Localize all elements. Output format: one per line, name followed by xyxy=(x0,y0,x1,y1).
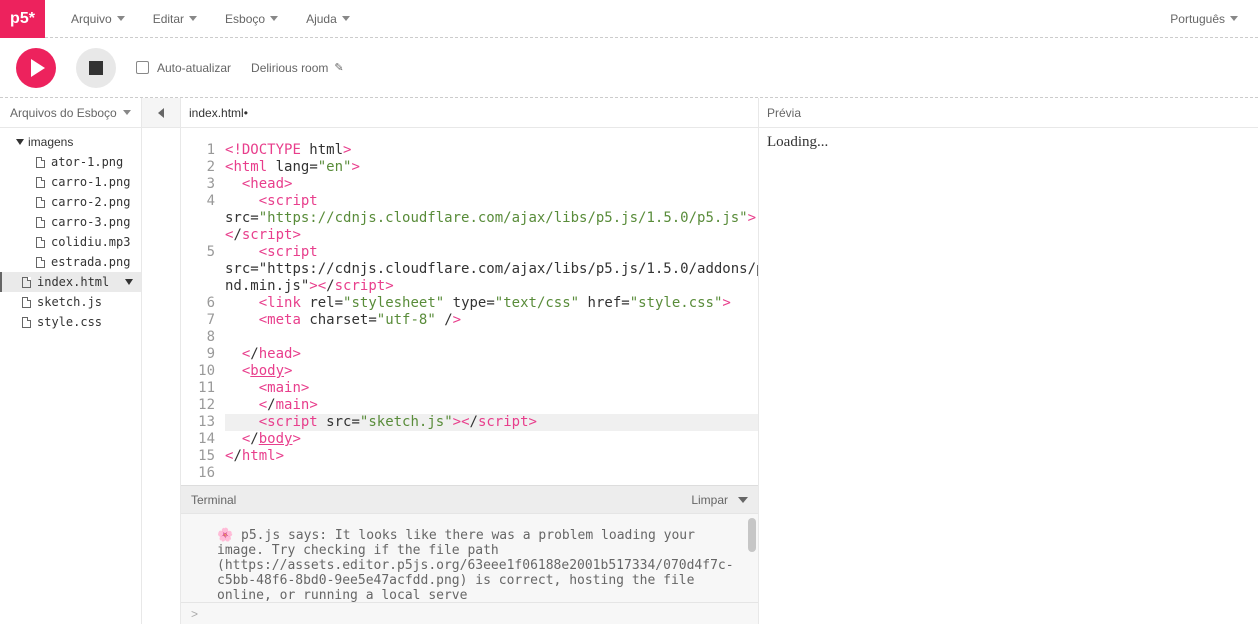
file-icon xyxy=(36,257,45,268)
checkbox-icon[interactable] xyxy=(136,61,149,74)
file-icon xyxy=(36,197,45,208)
chevron-down-icon[interactable] xyxy=(738,497,748,503)
file-item[interactable]: ator-1.png xyxy=(0,152,141,172)
workspace: Arquivos do Esboço imagens ator-1.png ca… xyxy=(0,98,1258,624)
menu-file[interactable]: Arquivo xyxy=(57,0,139,38)
console-title: Terminal xyxy=(191,493,236,507)
caret-down-icon xyxy=(270,16,278,21)
console-output[interactable]: 🌸 p5.js says: It looks like there was a … xyxy=(181,514,758,602)
collapse-column xyxy=(141,98,181,624)
caret-down-icon xyxy=(342,16,350,21)
project-name[interactable]: Delirious room ✎ xyxy=(251,61,344,75)
editor-column: index.html 12345678910111213141516 <!DOC… xyxy=(181,98,758,624)
modified-dot-icon xyxy=(244,106,248,120)
folder-open-icon xyxy=(16,139,24,145)
toolbar: Auto-atualizar Delirious room ✎ xyxy=(0,38,1258,98)
file-item[interactable]: carro-2.png xyxy=(0,192,141,212)
caret-down-icon xyxy=(189,16,197,21)
file-icon xyxy=(36,217,45,228)
pencil-icon: ✎ xyxy=(334,61,343,74)
file-icon xyxy=(36,177,45,188)
file-icon xyxy=(22,317,31,328)
top-menu-bar: p5* Arquivo Editar Esboço Ajuda Portuguê… xyxy=(0,0,1258,38)
console-clear-button[interactable]: Limpar xyxy=(691,493,728,507)
play-button[interactable] xyxy=(16,48,56,88)
file-item[interactable]: carro-3.png xyxy=(0,212,141,232)
scrollbar[interactable] xyxy=(748,518,756,552)
console-header[interactable]: Terminal Limpar xyxy=(181,486,758,514)
file-item[interactable]: sketch.js xyxy=(0,292,141,312)
menu-sketch[interactable]: Esboço xyxy=(211,0,292,38)
chevron-left-icon xyxy=(158,108,164,118)
preview-body: Loading... xyxy=(759,128,1258,624)
caret-down-icon[interactable] xyxy=(125,279,133,285)
sidebar: Arquivos do Esboço imagens ator-1.png ca… xyxy=(0,98,141,624)
file-icon xyxy=(36,157,45,168)
file-item[interactable]: carro-1.png xyxy=(0,172,141,192)
folder-item[interactable]: imagens xyxy=(0,132,141,152)
code-editor[interactable]: 12345678910111213141516 <!DOCTYPE html><… xyxy=(181,128,758,485)
menu-edit[interactable]: Editar xyxy=(139,0,211,38)
file-tree: imagens ator-1.png carro-1.png carro-2.p… xyxy=(0,128,141,624)
file-item-active[interactable]: index.html xyxy=(0,272,141,292)
file-item[interactable]: style.css xyxy=(0,312,141,332)
file-item[interactable]: colidiu.mp3 xyxy=(0,232,141,252)
file-item[interactable]: estrada.png xyxy=(0,252,141,272)
editor-tab[interactable]: index.html xyxy=(181,98,758,128)
preview-header: Prévia xyxy=(759,98,1258,128)
stop-button[interactable] xyxy=(76,48,116,88)
caret-down-icon xyxy=(1230,16,1238,21)
file-icon xyxy=(22,297,31,308)
stop-icon xyxy=(89,61,103,75)
auto-update-label: Auto-atualizar xyxy=(157,61,231,75)
collapse-sidebar-button[interactable] xyxy=(142,98,180,128)
file-icon xyxy=(22,277,31,288)
console-input[interactable]: > xyxy=(181,602,758,624)
menu-group: Arquivo Editar Esboço Ajuda xyxy=(45,0,364,38)
auto-update-toggle[interactable]: Auto-atualizar xyxy=(136,61,231,75)
code-content[interactable]: <!DOCTYPE html><html lang="en"> <head> <… xyxy=(225,142,758,485)
play-icon xyxy=(31,59,45,77)
file-icon xyxy=(36,237,45,248)
language-selector[interactable]: Português xyxy=(1170,12,1258,26)
sidebar-header[interactable]: Arquivos do Esboço xyxy=(0,98,141,128)
caret-down-icon xyxy=(117,16,125,21)
caret-down-icon xyxy=(123,110,131,115)
line-gutter: 12345678910111213141516 xyxy=(181,142,225,485)
menu-help[interactable]: Ajuda xyxy=(292,0,364,38)
console: Terminal Limpar 🌸 p5.js says: It looks l… xyxy=(181,485,758,624)
preview-column: Prévia Loading... xyxy=(758,98,1258,624)
logo[interactable]: p5* xyxy=(0,0,45,38)
